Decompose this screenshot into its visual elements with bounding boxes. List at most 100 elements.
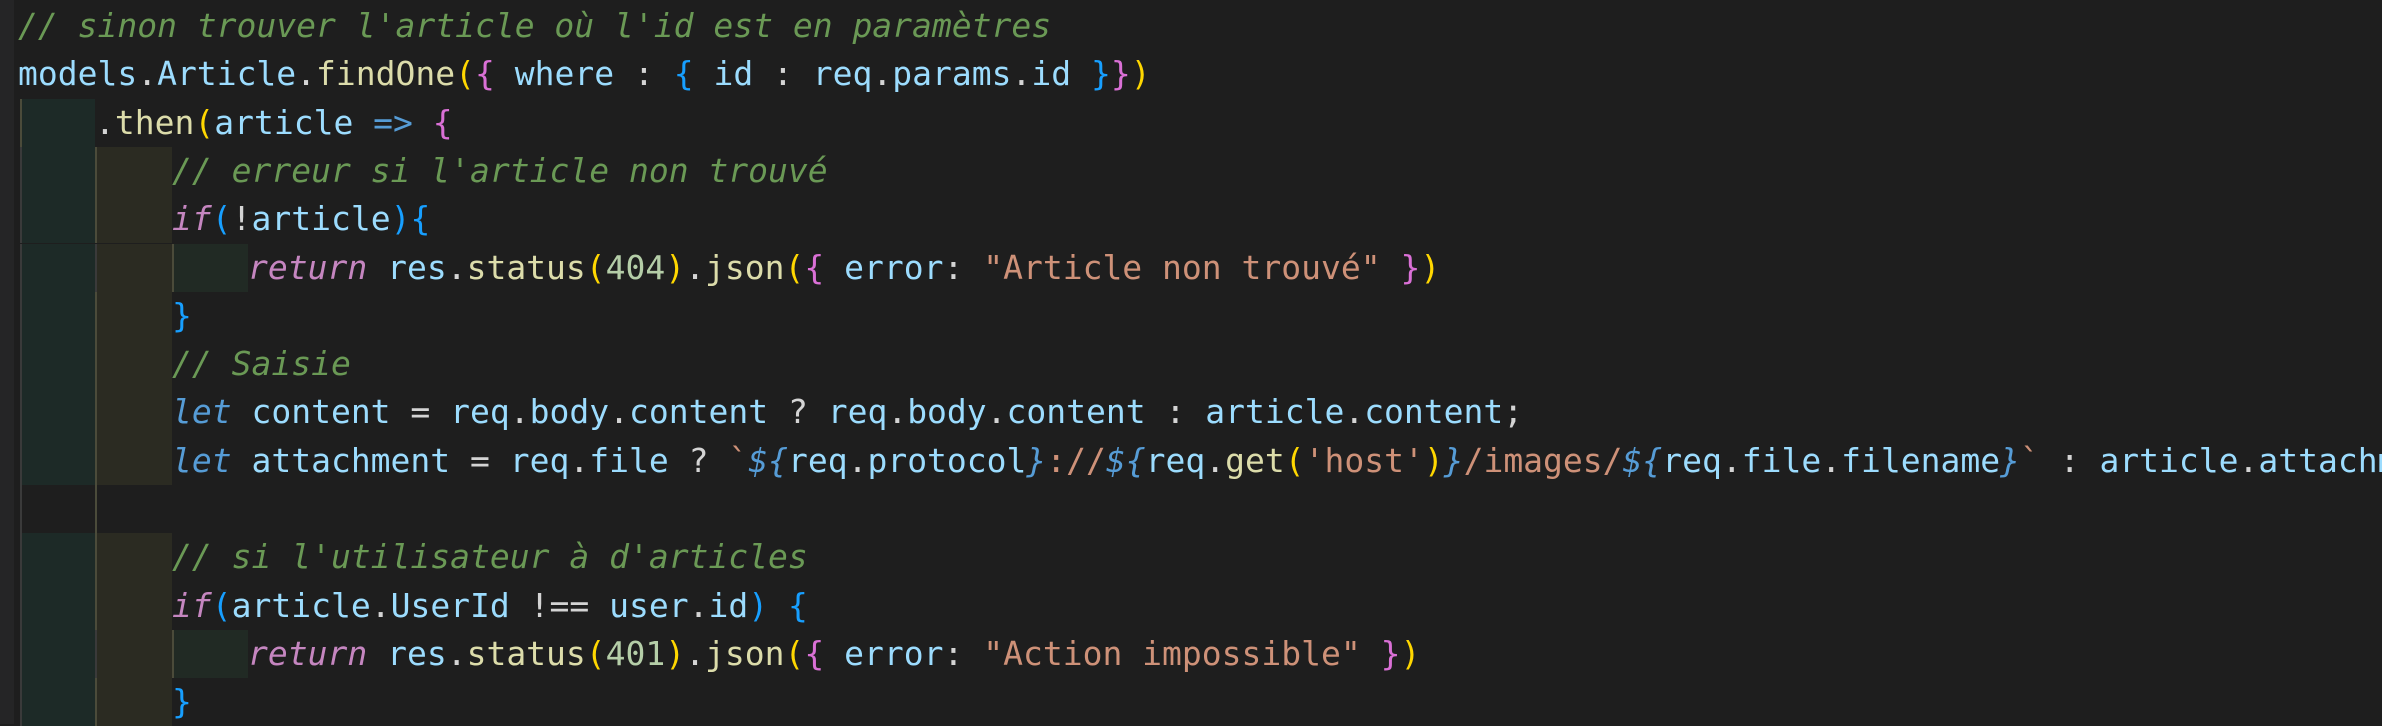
indent-highlight xyxy=(172,629,248,679)
code-token: file xyxy=(1741,440,1822,480)
code-text[interactable]: let attachment = req.file ? `${req.proto… xyxy=(172,437,2382,485)
code-token: Article xyxy=(157,54,297,94)
code-token: json xyxy=(705,633,785,673)
indent-highlight xyxy=(95,195,172,244)
code-line[interactable]: models.Article.findOne({ where : { id : … xyxy=(0,50,2382,98)
code-line[interactable]: // si l'utilisateur à d'articles xyxy=(0,533,2382,582)
code-token: ` xyxy=(2019,440,2040,480)
code-token: ${ xyxy=(748,440,788,480)
code-token: status xyxy=(466,247,586,287)
indent-highlight xyxy=(95,436,172,485)
code-line[interactable]: return res.status(401).json({ error: "Ac… xyxy=(0,629,2382,679)
code-token: error xyxy=(824,633,944,673)
code-token: !== xyxy=(509,585,610,625)
indent-highlight xyxy=(20,436,95,485)
code-token: ( xyxy=(784,247,805,287)
code-line[interactable]: } xyxy=(0,291,2382,341)
code-text[interactable]: // si l'utilisateur à d'articles xyxy=(172,533,808,581)
code-token: } xyxy=(172,295,192,335)
code-line[interactable]: // erreur si l'article non trouvé xyxy=(0,146,2382,196)
code-token: . xyxy=(1721,440,1742,480)
code-line[interactable]: if(article.UserId !== user.id) { xyxy=(0,581,2382,630)
code-token: user xyxy=(609,585,689,625)
code-token: "Article non trouvé" xyxy=(983,247,1381,287)
code-token: ) xyxy=(1423,440,1444,480)
code-token: . xyxy=(685,633,706,673)
code-token: req xyxy=(1662,440,1722,480)
code-token: ( xyxy=(784,633,805,673)
code-token: ; xyxy=(1503,392,1524,432)
code-token: . xyxy=(569,440,590,480)
code-text[interactable]: if(!article){ xyxy=(172,195,430,243)
code-token: /images/ xyxy=(1463,440,1623,480)
code-token: params xyxy=(892,54,1012,94)
code-token: { xyxy=(410,199,431,239)
code-token: article xyxy=(251,199,391,239)
code-token: article xyxy=(231,585,371,625)
code-token: = xyxy=(450,440,510,480)
indent-guide xyxy=(95,629,97,679)
code-token: req xyxy=(812,54,873,94)
code-text[interactable]: if(article.UserId !== user.id) { xyxy=(172,582,808,630)
code-text[interactable]: // erreur si l'article non trouvé xyxy=(172,147,828,195)
code-line[interactable]: // sinon trouver l'article où l'id est e… xyxy=(0,2,2382,50)
indent-guide xyxy=(172,243,174,292)
code-text[interactable]: } xyxy=(172,292,192,340)
code-text[interactable]: .then(article => { xyxy=(95,99,453,147)
code-token: ( xyxy=(211,585,232,625)
indent-guide xyxy=(95,291,97,341)
code-token: attachment xyxy=(2258,440,2382,480)
code-line[interactable]: return res.status(404).json({ error: "Ar… xyxy=(0,243,2382,292)
code-token: ! xyxy=(231,199,252,239)
code-line[interactable]: // Saisie xyxy=(0,340,2382,389)
code-token: } xyxy=(172,682,192,722)
code-line[interactable] xyxy=(0,485,2382,534)
code-token: => xyxy=(353,102,433,142)
code-text[interactable]: // sinon trouver l'article où l'id est e… xyxy=(18,2,1051,50)
code-token: "Action impossible" xyxy=(983,633,1361,673)
code-token: ) xyxy=(665,247,686,287)
indent-highlight xyxy=(95,340,172,389)
code-token: req xyxy=(787,440,848,480)
indent-guide xyxy=(20,195,22,244)
code-line[interactable]: } xyxy=(0,678,2382,726)
code-line[interactable]: let attachment = req.file ? `${req.proto… xyxy=(0,436,2382,485)
code-text[interactable]: return res.status(401).json({ error: "Ac… xyxy=(248,630,1420,678)
indent-guide xyxy=(20,146,22,196)
code-token: UserId xyxy=(390,585,510,625)
code-text[interactable]: // Saisie xyxy=(172,340,351,388)
code-token: : xyxy=(943,633,984,673)
code-token: . xyxy=(370,585,391,625)
code-token: 'host' xyxy=(1304,440,1424,480)
code-token: } xyxy=(1090,54,1111,94)
code-token: req xyxy=(827,392,888,432)
code-token: { xyxy=(673,54,694,94)
code-token: // erreur si l'article non trouvé xyxy=(172,150,828,190)
code-token: . xyxy=(609,392,630,432)
indent-highlight xyxy=(20,388,95,437)
code-token: if xyxy=(172,585,212,625)
indent-highlight xyxy=(20,195,95,244)
code-text[interactable]: } xyxy=(172,678,192,726)
code-token: 404 xyxy=(605,247,666,287)
code-token: body xyxy=(529,392,610,432)
code-line[interactable]: if(!article){ xyxy=(0,195,2382,244)
indent-highlight xyxy=(20,98,95,147)
code-line[interactable]: .then(article => { xyxy=(0,98,2382,147)
indent-highlight xyxy=(95,146,172,196)
code-text[interactable]: return res.status(404).json({ error: "Ar… xyxy=(248,244,1440,292)
code-token: . xyxy=(685,247,706,287)
code-token: . xyxy=(137,54,158,94)
code-text[interactable]: models.Article.findOne({ where : { id : … xyxy=(18,50,1151,98)
indent-highlight xyxy=(172,243,248,292)
code-editor[interactable]: // sinon trouver l'article où l'id est e… xyxy=(0,0,2382,726)
code-line[interactable]: let content = req.body.content ? req.bod… xyxy=(0,388,2382,437)
code-text[interactable]: let content = req.body.content ? req.bod… xyxy=(172,388,1523,436)
code-token: . xyxy=(887,392,908,432)
code-token: ) xyxy=(665,633,686,673)
code-token: . xyxy=(1344,392,1365,432)
code-token: . xyxy=(872,54,893,94)
code-token: status xyxy=(466,633,586,673)
